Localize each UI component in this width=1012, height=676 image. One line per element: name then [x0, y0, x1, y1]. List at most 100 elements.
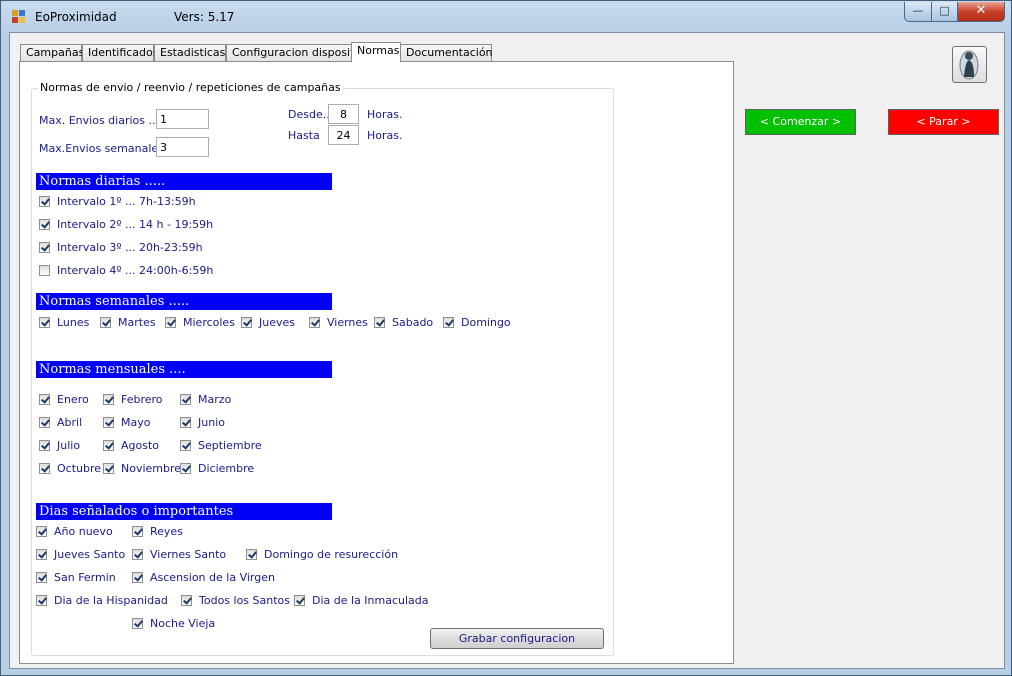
- checkbox-san-fermin[interactable]: San Fermin: [36, 571, 116, 584]
- checkbox-box[interactable]: [36, 549, 47, 560]
- checkbox-febrero[interactable]: Febrero: [103, 393, 163, 406]
- checkbox-jueves-santo[interactable]: Jueves Santo: [36, 548, 125, 561]
- checkbox-agosto[interactable]: Agosto: [103, 439, 159, 452]
- checkbox-ascension-de-la-virgen[interactable]: Ascension de la Virgen: [132, 571, 275, 584]
- checkbox-box[interactable]: [181, 595, 192, 606]
- checkbox-box[interactable]: [132, 526, 143, 537]
- maximize-button[interactable]: □: [931, 2, 958, 22]
- checkbox-label: Septiembre: [198, 439, 262, 452]
- checkbox-intervalo-4[interactable]: Intervalo 4º ... 24:00h-6:59h: [39, 264, 213, 277]
- checkbox-viernes[interactable]: Viernes: [309, 316, 368, 329]
- checkbox-box[interactable]: [246, 549, 257, 560]
- title-bar[interactable]: EoProximidad Vers: 5.17 — □ ✕: [1, 1, 1011, 33]
- checkbox-dia-de-la-inmaculada[interactable]: Dia de la Inmaculada: [294, 594, 429, 607]
- tab-identificados[interactable]: Identificados: [82, 44, 159, 61]
- max-semanales-input[interactable]: [156, 137, 209, 157]
- dias-senalados-header: Dias señalados o importantes: [36, 503, 332, 520]
- checkbox-box[interactable]: [39, 265, 50, 276]
- checkbox-julio[interactable]: Julio: [39, 439, 80, 452]
- checkbox-martes[interactable]: Martes: [100, 316, 156, 329]
- checkbox-dia-de-la-hispanidad[interactable]: Dia de la Hispanidad: [36, 594, 168, 607]
- checkbox-box[interactable]: [36, 572, 47, 583]
- checkbox-box[interactable]: [36, 595, 47, 606]
- checkbox-enero[interactable]: Enero: [39, 393, 89, 406]
- checkbox-box[interactable]: [374, 317, 385, 328]
- checkbox-box[interactable]: [180, 440, 191, 451]
- checkbox-intervalo-2[interactable]: Intervalo 2º ... 14 h - 19:59h: [39, 218, 213, 231]
- checkbox-box[interactable]: [39, 440, 50, 451]
- checkbox-septiembre[interactable]: Septiembre: [180, 439, 262, 452]
- checkbox-octubre[interactable]: Octubre: [39, 462, 101, 475]
- checkbox-box[interactable]: [241, 317, 252, 328]
- checkbox-reyes[interactable]: Reyes: [132, 525, 183, 538]
- maximize-icon: □: [939, 4, 950, 17]
- checkbox-box[interactable]: [39, 242, 50, 253]
- checkbox-miercoles[interactable]: Miercoles: [165, 316, 235, 329]
- checkbox-box[interactable]: [309, 317, 320, 328]
- checkbox-jueves[interactable]: Jueves: [241, 316, 295, 329]
- checkbox-lunes[interactable]: Lunes: [39, 316, 89, 329]
- checkbox-viernes-santo[interactable]: Viernes Santo: [132, 548, 226, 561]
- checkbox-label: Viernes Santo: [150, 548, 227, 561]
- tab-normas[interactable]: Normas: [351, 42, 401, 62]
- checkbox-box[interactable]: [103, 463, 114, 474]
- checkbox-box[interactable]: [39, 417, 50, 428]
- checkbox-label: Intervalo 4º ... 24:00h-6:59h: [57, 264, 214, 277]
- checkbox-domingo[interactable]: Domingo: [443, 316, 511, 329]
- checkbox-box[interactable]: [294, 595, 305, 606]
- checkbox-box[interactable]: [180, 463, 191, 474]
- checkbox-box[interactable]: [165, 317, 176, 328]
- checkbox-noviembre[interactable]: Noviembre: [103, 462, 181, 475]
- checkbox-label: Año nuevo: [54, 525, 113, 538]
- checkbox-label: Sabado: [392, 316, 434, 329]
- checkbox-todos-los-santos[interactable]: Todos los Santos: [181, 594, 290, 607]
- checkbox-box[interactable]: [100, 317, 111, 328]
- checkbox-marzo[interactable]: Marzo: [180, 393, 231, 406]
- tab-estadisticas[interactable]: Estadisticas: [154, 44, 226, 61]
- checkbox-abril[interactable]: Abril: [39, 416, 82, 429]
- checkbox-junio[interactable]: Junio: [180, 416, 225, 429]
- desde-input[interactable]: [328, 104, 359, 124]
- tab-campanas[interactable]: Campañas: [20, 44, 84, 61]
- checkbox-box[interactable]: [39, 317, 50, 328]
- user-profile-button[interactable]: [952, 46, 987, 83]
- hasta-input[interactable]: [328, 125, 359, 145]
- comenzar-button[interactable]: < Comenzar >: [745, 109, 856, 135]
- checkbox-box[interactable]: [39, 463, 50, 474]
- checkbox-box[interactable]: [103, 440, 114, 451]
- checkbox-box[interactable]: [443, 317, 454, 328]
- max-diarios-input[interactable]: [156, 109, 209, 129]
- checkbox-label: Febrero: [121, 393, 163, 406]
- checkbox-label: Reyes: [150, 525, 183, 538]
- checkbox-box[interactable]: [132, 549, 143, 560]
- checkbox-mayo[interactable]: Mayo: [103, 416, 150, 429]
- checkbox-label: Intervalo 2º ... 14 h - 19:59h: [57, 218, 214, 231]
- checkbox-intervalo-3[interactable]: Intervalo 3º ... 20h-23:59h: [39, 241, 203, 254]
- person-icon: [959, 50, 979, 80]
- checkbox-box[interactable]: [132, 618, 143, 629]
- close-button[interactable]: ✕: [957, 2, 1005, 22]
- checkbox-sabado[interactable]: Sabado: [374, 316, 433, 329]
- tab-documentacion[interactable]: Documentación: [400, 44, 493, 61]
- checkbox-intervalo-1[interactable]: Intervalo 1º ... 7h-13:59h: [39, 195, 196, 208]
- checkbox-box[interactable]: [132, 572, 143, 583]
- checkbox-domingo-de-resureccion[interactable]: Domingo de resurección: [246, 548, 398, 561]
- checkbox-box[interactable]: [39, 219, 50, 230]
- checkbox-diciembre[interactable]: Diciembre: [180, 462, 254, 475]
- tab-configuracion-dispositivo[interactable]: Configuracion dispositivo: [226, 44, 371, 61]
- checkbox-label: Mayo: [121, 416, 151, 429]
- grabar-configuracion-button[interactable]: Grabar configuracion: [430, 628, 604, 649]
- checkbox-box[interactable]: [39, 394, 50, 405]
- checkbox-box[interactable]: [39, 196, 50, 207]
- checkbox-box[interactable]: [103, 417, 114, 428]
- checkbox-box[interactable]: [180, 394, 191, 405]
- checkbox-label: Junio: [198, 416, 225, 429]
- checkbox-box[interactable]: [180, 417, 191, 428]
- checkbox-box[interactable]: [103, 394, 114, 405]
- checkbox-label: Noche Vieja: [150, 617, 216, 630]
- checkbox-noche-vieja[interactable]: Noche Vieja: [132, 617, 215, 630]
- parar-button[interactable]: < Parar >: [888, 109, 999, 135]
- checkbox-ano-nuevo[interactable]: Año nuevo: [36, 525, 113, 538]
- minimize-button[interactable]: —: [904, 2, 932, 22]
- checkbox-box[interactable]: [36, 526, 47, 537]
